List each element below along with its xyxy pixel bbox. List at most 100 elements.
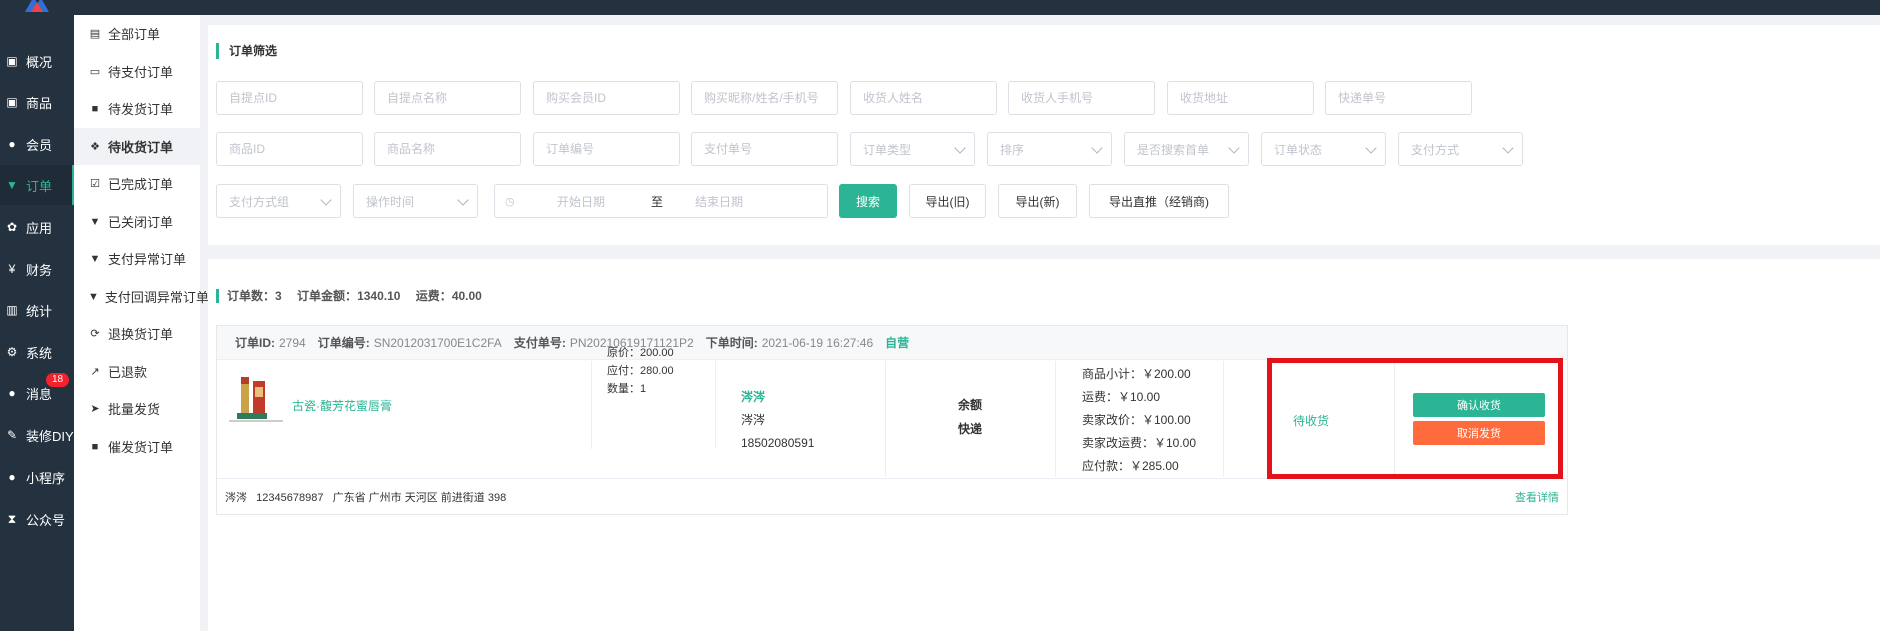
nav-label: 概况 [26, 54, 53, 70]
nav-label: 应用 [26, 220, 53, 236]
dropbox-icon: ❖ [90, 141, 100, 153]
delivery-type: 快递 [958, 422, 983, 436]
goods-id-input[interactable] [216, 132, 363, 166]
goods-name-input[interactable] [374, 132, 521, 166]
nav-item-system[interactable]: ⚙ 系统 [0, 332, 74, 372]
subnav-refunded[interactable]: ↗ 已退款 [74, 353, 200, 390]
view-details-link[interactable]: 查看详情 [1515, 489, 1559, 505]
subnav-all-orders[interactable]: ▤ 全部订单 [74, 15, 200, 52]
goods-icon: ▣ [6, 95, 18, 109]
buyer-name: 涔涔 [741, 413, 766, 427]
seller-price-change: 卖家改价：￥100.00 [1082, 413, 1191, 427]
pickup-name-input[interactable] [374, 81, 521, 115]
share-icon: ↗ [90, 366, 100, 378]
date-end[interactable]: 结束日期 [695, 193, 785, 210]
order-amount: 订单金额：1340.10 [297, 289, 400, 303]
subnav-pending-ship[interactable]: ■ 待发货订单 [74, 90, 200, 127]
nav-item-overview[interactable]: ▣ 概况 [0, 41, 74, 81]
order-no-input[interactable] [533, 132, 680, 166]
nav-item-members[interactable]: ● 会员 [0, 124, 74, 164]
subnav-label: 已完成订单 [108, 177, 174, 192]
nav-label: 系统 [26, 345, 53, 361]
buyer-nickname[interactable]: 涔涔 [741, 386, 814, 409]
order-summary: 订单数：3 订单金额：1340.10 运费：40.00 [216, 289, 494, 303]
truck-icon: ■ [91, 440, 99, 453]
subnav-returns[interactable]: ⟳ 退换货订单 [74, 315, 200, 352]
order-status-select[interactable]: 订单状态 [1261, 132, 1386, 166]
chevron-down-icon [1091, 142, 1103, 154]
subnav-completed[interactable]: ☑ 已完成订单 [74, 165, 200, 202]
refresh-icon: ⟳ [90, 328, 100, 340]
pay-no-label: 支付单号: [513, 336, 566, 350]
nav-item-stats[interactable]: ▥ 统计 [0, 290, 74, 330]
cart-icon: ▼ [6, 178, 18, 192]
first-order-select[interactable]: 是否搜索首单 [1124, 132, 1249, 166]
nav-item-messages[interactable]: ● 消息 18 [0, 373, 74, 413]
subnav-pay-exception[interactable]: ▼ 支付异常订单 [74, 240, 200, 277]
nav-item-finance[interactable]: ¥ 财务 [0, 249, 74, 289]
export-direct-button[interactable]: 导出直推（经销商) [1089, 184, 1229, 218]
card-icon: ▭ [89, 66, 101, 78]
op-time-select[interactable]: 操作时间 [353, 184, 478, 218]
yen-icon: ¥ [8, 262, 16, 276]
select-value: 操作时间 [366, 194, 415, 209]
gears-icon: ⚙ [6, 345, 18, 359]
nav-item-diy[interactable]: ✎ 装修DIY [0, 415, 74, 455]
logo-icon [25, 0, 49, 12]
nav-item-orders[interactable]: ▼ 订单 [0, 165, 74, 205]
members-icon: ● [8, 137, 16, 151]
subnav-batch-ship[interactable]: ➤ 批量发货 [74, 390, 200, 427]
subnav-urge-ship[interactable]: ■ 催发货订单 [74, 428, 200, 465]
date-start[interactable]: 开始日期 [557, 193, 647, 210]
receiver-name-input[interactable] [850, 81, 997, 115]
export-old-button[interactable]: 导出(旧) [909, 184, 986, 218]
order-subnav: ▤ 全部订单 ▭ 待支付订单 ■ 待发货订单 ❖ 待收货订单 ☑ 已完成订单 ▼… [74, 15, 209, 631]
order-count: 订单数：3 [227, 289, 282, 303]
highlight-box [1267, 358, 1563, 479]
nav-item-goods[interactable]: ▣ 商品 [0, 82, 74, 122]
sort-select[interactable]: 排序 [987, 132, 1112, 166]
chevron-down-icon [1365, 142, 1377, 154]
buyer-info-input[interactable] [691, 81, 838, 115]
select-value: 订单类型 [863, 142, 912, 157]
chevron-down-icon [954, 142, 966, 154]
pickup-id-input[interactable] [216, 81, 363, 115]
subnav-label: 支付回调异常订单 [104, 290, 209, 305]
date-range-picker[interactable]: ◷ 开始日期 至 结束日期 [494, 184, 828, 218]
price-cell-divider [591, 361, 716, 449]
subnav-callback-exception[interactable]: ▼ 支付回调异常订单 [74, 278, 209, 315]
subnav-pending-pay[interactable]: ▭ 待支付订单 [74, 53, 200, 90]
chevron-down-icon [1502, 142, 1514, 154]
address-input[interactable] [1167, 81, 1314, 115]
pay-group-select[interactable]: 支付方式组 [216, 184, 341, 218]
send-icon: ➤ [90, 403, 100, 415]
nav-label: 统计 [26, 303, 53, 319]
receiver-phone-input[interactable] [1008, 81, 1155, 115]
buyer-id-input[interactable] [533, 81, 680, 115]
nav-label: 小程序 [26, 470, 66, 486]
nav-item-official-account[interactable]: ⧗ 公众号 [0, 499, 74, 539]
order-footer: 涔涔 12345678987 广东省 广州市 天河区 前进街道 398 查看详情 [217, 478, 1567, 514]
subnav-label: 全部订单 [108, 27, 161, 42]
express-no-input[interactable] [1325, 81, 1472, 115]
subnav-label: 待收货订单 [108, 140, 174, 155]
search-button[interactable]: 搜索 [839, 184, 897, 218]
nav-item-apps[interactable]: ✿ 应用 [0, 207, 74, 247]
apps-icon: ✿ [6, 220, 18, 234]
order-count-label: 订单数： [227, 289, 276, 303]
order-id: 2794 [279, 335, 306, 350]
subnav-pending-receive[interactable]: ❖ 待收货订单 [74, 128, 200, 165]
freight-fee: 运费：￥10.00 [1082, 390, 1161, 404]
order-type-select[interactable]: 订单类型 [850, 132, 975, 166]
pay-method-select[interactable]: 支付方式 [1398, 132, 1523, 166]
nav-item-miniprogram[interactable]: ● 小程序 [0, 457, 74, 497]
goods-name-link[interactable]: 古瓷·馥芳花蜜唇膏 [292, 397, 392, 414]
subnav-label: 待发货订单 [108, 102, 174, 117]
pay-type: 余额 [958, 398, 983, 412]
subnav-closed[interactable]: ▼ 已关闭订单 [74, 203, 200, 240]
order-amount-value: 1340.10 [357, 289, 401, 303]
order-filter-panel: 订单筛选 订单类型 排序 是否搜索首单 订单状态 支付方式 支付方式组 操作时间… [208, 25, 1880, 245]
export-new-button[interactable]: 导出(新) [998, 184, 1077, 218]
nav-label: 装修DIY [26, 428, 74, 444]
pay-no-input[interactable] [691, 132, 838, 166]
